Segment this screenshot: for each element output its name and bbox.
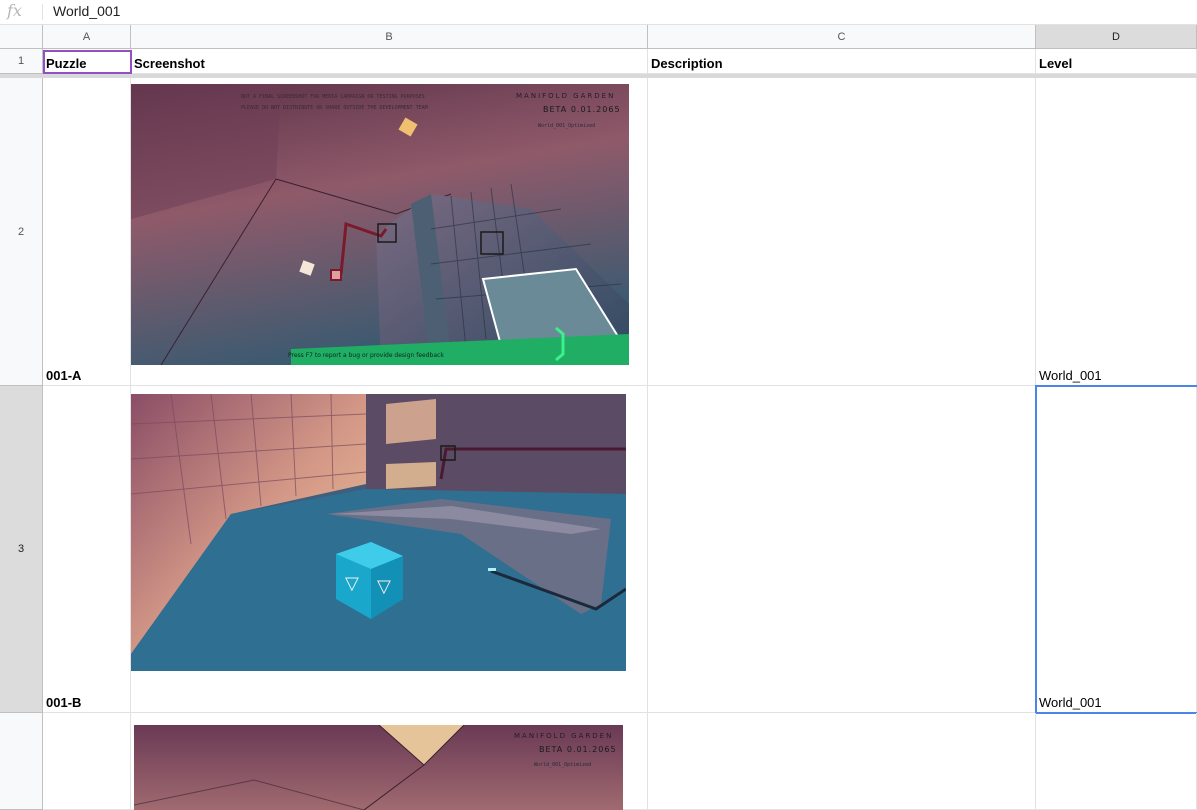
header-description: Description (651, 56, 723, 71)
column-header-d[interactable]: D (1036, 25, 1197, 49)
row-header-4[interactable] (0, 713, 43, 810)
row-header-3[interactable]: 3 (0, 386, 43, 713)
cell-c2[interactable] (648, 78, 1036, 386)
row-header-2[interactable]: 2 (0, 78, 43, 386)
puzzle-id: 001-A (46, 368, 82, 383)
world-label: World_001_Optimized (534, 762, 591, 768)
overlay-notice: NOT A FINAL SCREENSHOT FOR MEDIA CAMPAIG… (241, 94, 425, 100)
brand-watermark: MANIFOLD GARDEN (514, 732, 613, 740)
active-cell-outline (43, 50, 132, 74)
game-screenshot[interactable]: ▽ ▽ (131, 394, 626, 671)
formula-bar-divider (42, 4, 43, 20)
cell-d4[interactable] (1036, 713, 1197, 810)
brand-watermark: MANIFOLD GARDEN (516, 92, 615, 100)
game-screenshot[interactable]: NOT A FINAL SCREENSHOT FOR MEDIA CAMPAIG… (131, 84, 629, 365)
cell-c1[interactable]: Description (648, 49, 1036, 74)
row-number: 3 (17, 543, 25, 555)
svg-text:▽: ▽ (345, 573, 359, 594)
overlay-notice: PLEASE DO NOT DISTRIBUTE OR SHARE OUTSID… (241, 105, 428, 111)
svg-text:▽: ▽ (377, 576, 391, 597)
column-header-c[interactable]: C (648, 25, 1036, 49)
selected-cell-outline (1035, 385, 1197, 714)
cell-b1[interactable]: Screenshot (131, 49, 648, 74)
row-number: 2 (17, 226, 25, 238)
formula-bar: fx World_001 (0, 0, 1197, 25)
column-header-a[interactable]: A (43, 25, 131, 49)
cell-c4[interactable] (648, 713, 1036, 810)
world-label: World_001_Optimized (538, 123, 595, 129)
puzzle-id: 001-B (46, 695, 82, 710)
cell-d2[interactable]: World_001 (1036, 78, 1197, 386)
cell-a2[interactable]: 001-A (43, 78, 131, 386)
cell-d1[interactable]: Level (1036, 49, 1197, 74)
cell-a3[interactable]: 001-B (43, 386, 131, 713)
feedback-notice: Press F7 to report a bug or provide desi… (288, 352, 444, 359)
header-level: Level (1039, 56, 1073, 71)
level-value: World_001 (1039, 368, 1102, 383)
header-screenshot: Screenshot (134, 56, 205, 71)
beta-label: BETA 0.01.2065 (543, 105, 621, 114)
cell-a4[interactable] (43, 713, 131, 810)
formula-input[interactable]: World_001 (53, 3, 120, 19)
game-screenshot[interactable]: MANIFOLD GARDEN BETA 0.01.2065 World_001… (134, 725, 623, 810)
row-number: 1 (17, 55, 25, 67)
row-header-1[interactable]: 1 (0, 49, 43, 74)
select-all-corner[interactable] (0, 25, 43, 49)
fx-icon: fx (7, 1, 22, 20)
cell-c3[interactable] (648, 386, 1036, 713)
column-header-b[interactable]: B (131, 25, 648, 49)
beta-label: BETA 0.01.2065 (539, 745, 617, 754)
